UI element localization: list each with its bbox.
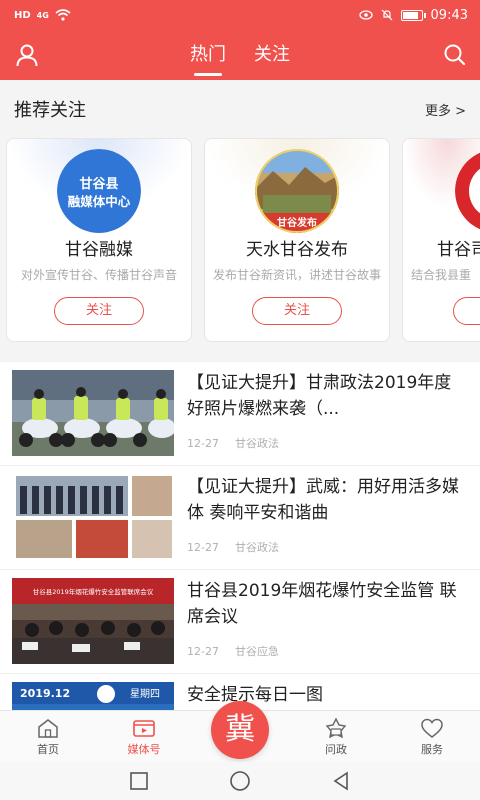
ask-icon [325, 716, 347, 738]
home-icon [38, 718, 58, 738]
news-title: 【见证大提升】甘肃政法2019年度好照片爆燃来袭（... [187, 373, 452, 419]
news-thumbnail: 2019.12 星期四 [12, 682, 174, 710]
recommend-card[interactable]: 甘谷司 结合我县重 关 [402, 138, 480, 342]
status-bar: HD 4G 09:43 [0, 0, 480, 30]
recommend-more-link[interactable]: 更多 > [425, 100, 466, 119]
news-source: 甘谷政法 [234, 541, 279, 554]
signal-type: 4G [36, 10, 49, 20]
card-name: 甘谷司 [437, 240, 480, 260]
list-item[interactable]: 【见证大提升】甘肃政法2019年度好照片爆燃来袭（... 12-27 甘谷政法 [0, 362, 480, 466]
video-icon [133, 719, 155, 737]
news-meta: 12-27 甘谷应急 [187, 643, 279, 659]
news-thumbnail [12, 370, 174, 456]
status-left: HD 4G [14, 9, 71, 21]
avatar: 甘谷县 融媒体中心 [57, 149, 141, 233]
recommend-header: 推荐关注 更多 > [0, 80, 480, 138]
back-icon[interactable] [331, 771, 351, 791]
avatar-label: 甘谷发布 [277, 216, 317, 229]
nav-item-media[interactable]: 媒体号 [96, 711, 192, 762]
list-item[interactable]: 【见证大提升】武威：用好用活多媒体 奏响平安和谐曲 12-27 甘谷政法 [0, 466, 480, 570]
network-type: HD [14, 9, 31, 21]
avatar-line2: 融媒体中心 [68, 194, 131, 209]
recommend-card[interactable]: 甘谷发布 天水甘谷发布 发布甘谷新资讯，讲述甘谷故事 关注 [204, 138, 390, 342]
news-list: 【见证大提升】甘肃政法2019年度好照片爆燃来袭（... 12-27 甘谷政法 【… [0, 362, 480, 710]
eye-icon [358, 10, 373, 20]
news-thumbnail [12, 474, 174, 560]
card-desc: 结合我县重 [411, 268, 472, 282]
status-right: 09:43 [358, 7, 468, 23]
thumb-banner: 甘谷县2019年烟花爆竹安全监管联席会议 [33, 587, 154, 596]
tab-follow[interactable]: 关注 [254, 40, 290, 70]
center-logo-button[interactable]: 冀 [211, 701, 269, 759]
news-date: 12-27 [187, 645, 219, 658]
follow-button[interactable]: 关注 [252, 297, 342, 325]
nav-item-home[interactable]: 首页 [0, 711, 96, 762]
home-circle-icon[interactable] [229, 770, 251, 792]
nav-label: 媒体号 [127, 742, 161, 756]
nav-item-service[interactable]: 服务 [384, 711, 480, 762]
nav-label: 首页 [37, 742, 59, 756]
search-icon[interactable] [442, 42, 468, 68]
nav-item-ask[interactable]: 问政 [288, 711, 384, 762]
header-tabs: 热门 关注 [190, 40, 290, 76]
nav-label: 服务 [421, 742, 443, 756]
thumb-weekday: 星期四 [130, 688, 160, 700]
avatar: 甘谷发布 [255, 149, 339, 233]
tab-hot[interactable]: 热门 [190, 40, 226, 76]
mute-icon [381, 9, 392, 21]
recommend-cards: 甘谷县 融媒体中心 甘谷融媒 对外宣传甘谷、传播甘谷声音 关注 甘谷发布 天水甘… [6, 138, 480, 342]
card-desc: 对外宣传甘谷、传播甘谷声音 [20, 268, 177, 282]
avatar-line1: 甘谷县 [79, 176, 118, 192]
news-title: 【见证大提升】武威：用好用活多媒体 奏响平安和谐曲 [187, 477, 459, 523]
system-nav-bar [0, 762, 480, 800]
recommend-title: 推荐关注 [14, 100, 86, 121]
news-date: 12-27 [187, 541, 219, 554]
news-thumbnail: 甘谷县2019年烟花爆竹安全监管联席会议 [12, 578, 174, 664]
app-header: 热门 关注 [0, 30, 480, 80]
nav-label: 问政 [325, 742, 347, 756]
news-date: 12-27 [187, 437, 219, 450]
status-time: 09:43 [430, 7, 468, 23]
card-name: 甘谷融媒 [65, 240, 133, 260]
news-title: 甘谷县2019年烟花爆竹安全监管 联席会议 [187, 581, 457, 627]
recent-apps-icon[interactable] [129, 771, 149, 791]
news-source: 甘谷政法 [234, 437, 279, 450]
thumb-date: 2019.12 [20, 687, 70, 700]
top-bar: HD 4G 09:43 热门 关注 [0, 0, 480, 80]
list-item[interactable]: 甘谷县2019年烟花爆竹安全监管联席会议 甘谷县2019年烟花爆竹安全监管 联席… [0, 570, 480, 674]
battery-icon [400, 9, 426, 21]
news-meta: 12-27 甘谷政法 [187, 539, 279, 555]
heart-icon [421, 718, 443, 738]
user-icon[interactable] [14, 42, 40, 68]
card-desc: 发布甘谷新资讯，讲述甘谷故事 [212, 268, 381, 282]
news-source: 甘谷应急 [234, 645, 279, 658]
wifi-icon [55, 9, 71, 21]
news-meta: 12-27 甘谷政法 [187, 435, 279, 451]
follow-button[interactable]: 关 [453, 297, 480, 325]
recommend-section: 推荐关注 更多 > 甘谷县 融媒体中心 甘谷融媒 对外宣传甘谷、传播甘谷声音 关… [0, 80, 480, 362]
card-name: 天水甘谷发布 [246, 240, 348, 260]
recommend-card[interactable]: 甘谷县 融媒体中心 甘谷融媒 对外宣传甘谷、传播甘谷声音 关注 [6, 138, 192, 342]
follow-button[interactable]: 关注 [54, 297, 144, 325]
